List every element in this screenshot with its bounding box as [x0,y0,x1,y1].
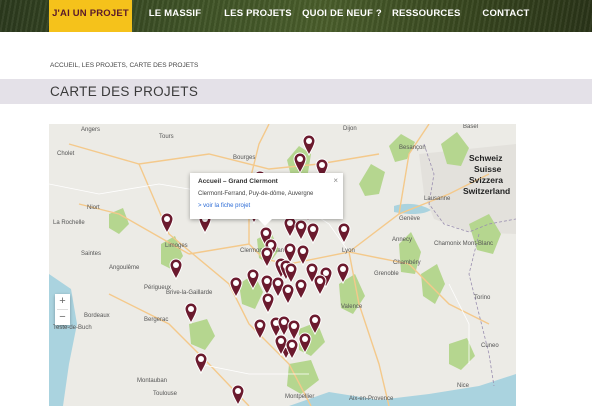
place-label: Besançon [399,145,426,151]
project-marker-icon[interactable] [294,278,308,300]
nav-item-le-massif[interactable]: Le massif [141,0,209,32]
place-label: Chamonix Mont-Blanc [434,241,494,247]
zoom-control: + − [55,294,70,325]
nav-item-quoi-de-neuf[interactable]: Quoi de neuf ? [302,0,382,32]
place-label: Valence [341,304,363,310]
country-label: Schweiz [469,153,503,163]
popup-title: Accueil – Grand Clermont [198,178,278,185]
place-label: Lausanne [424,196,451,202]
breadcrumb[interactable]: ACCUEIL, LES PROJETS, CARTE DES PROJETS [50,62,198,69]
place-label: Angoulême [109,265,140,271]
country-label: Svizzera [469,175,504,185]
project-marker-icon[interactable] [253,318,267,340]
country-label: Suisse [474,164,502,174]
project-marker-icon[interactable] [285,338,299,360]
popup-address: Clermont-Ferrand, Puy-de-dôme, Auvergne [198,191,314,197]
project-map[interactable]: Angers Tours Cholet Bourges Dijon Besanç… [49,124,516,406]
project-marker-icon[interactable] [298,332,312,354]
place-label: Dijon [343,126,357,132]
place-label: Bergerac [144,317,169,323]
place-label: Grenoble [374,271,399,277]
project-marker-icon[interactable] [169,258,183,280]
project-marker-icon[interactable] [294,219,308,241]
place-label: Lyon [342,248,355,254]
nav-item-ressources[interactable]: Ressources [392,0,460,32]
project-marker-icon[interactable] [293,152,307,174]
place-label: Genève [399,216,421,222]
zoom-in-button[interactable]: + [55,294,70,309]
place-label: Aix-en-Provence [349,396,394,402]
project-marker-icon[interactable] [229,276,243,298]
country-label: Switzerland [463,186,511,196]
view-project-link[interactable]: > voir la fiche projet [198,203,335,209]
project-marker-icon[interactable] [160,212,174,234]
top-navigation: J'ai un projet Le massif Les projets Quo… [0,0,592,32]
nav-item-les-projets[interactable]: Les projets [224,0,292,32]
place-label: Toulouse [153,391,178,397]
project-marker-icon[interactable] [337,222,351,244]
place-label: Annecy [392,237,413,243]
project-marker-icon[interactable] [260,246,274,268]
page-title: CARTE DES PROJETS [50,84,199,99]
place-label: Saintes [81,251,102,257]
place-label: Torino [474,295,491,301]
place-label: Teste-de-Buch [53,325,92,331]
nav-item-j-ai-un-projet[interactable]: J'ai un projet [49,0,132,32]
place-label: Tours [159,134,174,140]
project-marker-icon[interactable] [184,302,198,324]
place-label: La Rochelle [53,220,85,226]
project-marker-icon[interactable] [336,262,350,284]
popup-close-button[interactable]: × [333,176,338,185]
project-marker-icon[interactable] [313,274,327,296]
place-label: Bordeaux [84,313,110,319]
place-label: Nice [457,383,470,389]
project-popup: Accueil – Grand Clermont Clermont-Ferran… [190,173,343,226]
place-label: Angers [81,127,101,133]
place-label: Basel [463,124,479,130]
place-label: Cholet [57,151,75,157]
project-marker-icon[interactable] [261,292,275,314]
nav-item-contact[interactable]: Contact [478,0,534,32]
place-label: Montauban [137,378,168,384]
project-marker-icon[interactable] [306,222,320,244]
place-label: Limoges [165,243,188,249]
place-label: Chambéry [393,260,421,266]
place-label: Cuneo [481,343,499,349]
project-marker-icon[interactable] [281,283,295,305]
project-marker-icon[interactable] [194,352,208,374]
place-label: Niort [87,205,100,211]
project-marker-icon[interactable] [246,268,260,290]
place-label: Bourges [233,155,256,161]
place-label: Brive-la-Gaillarde [166,290,213,296]
zoom-out-button[interactable]: − [55,310,70,325]
place-label: Montpellier [285,394,315,400]
project-marker-icon[interactable] [231,384,245,406]
